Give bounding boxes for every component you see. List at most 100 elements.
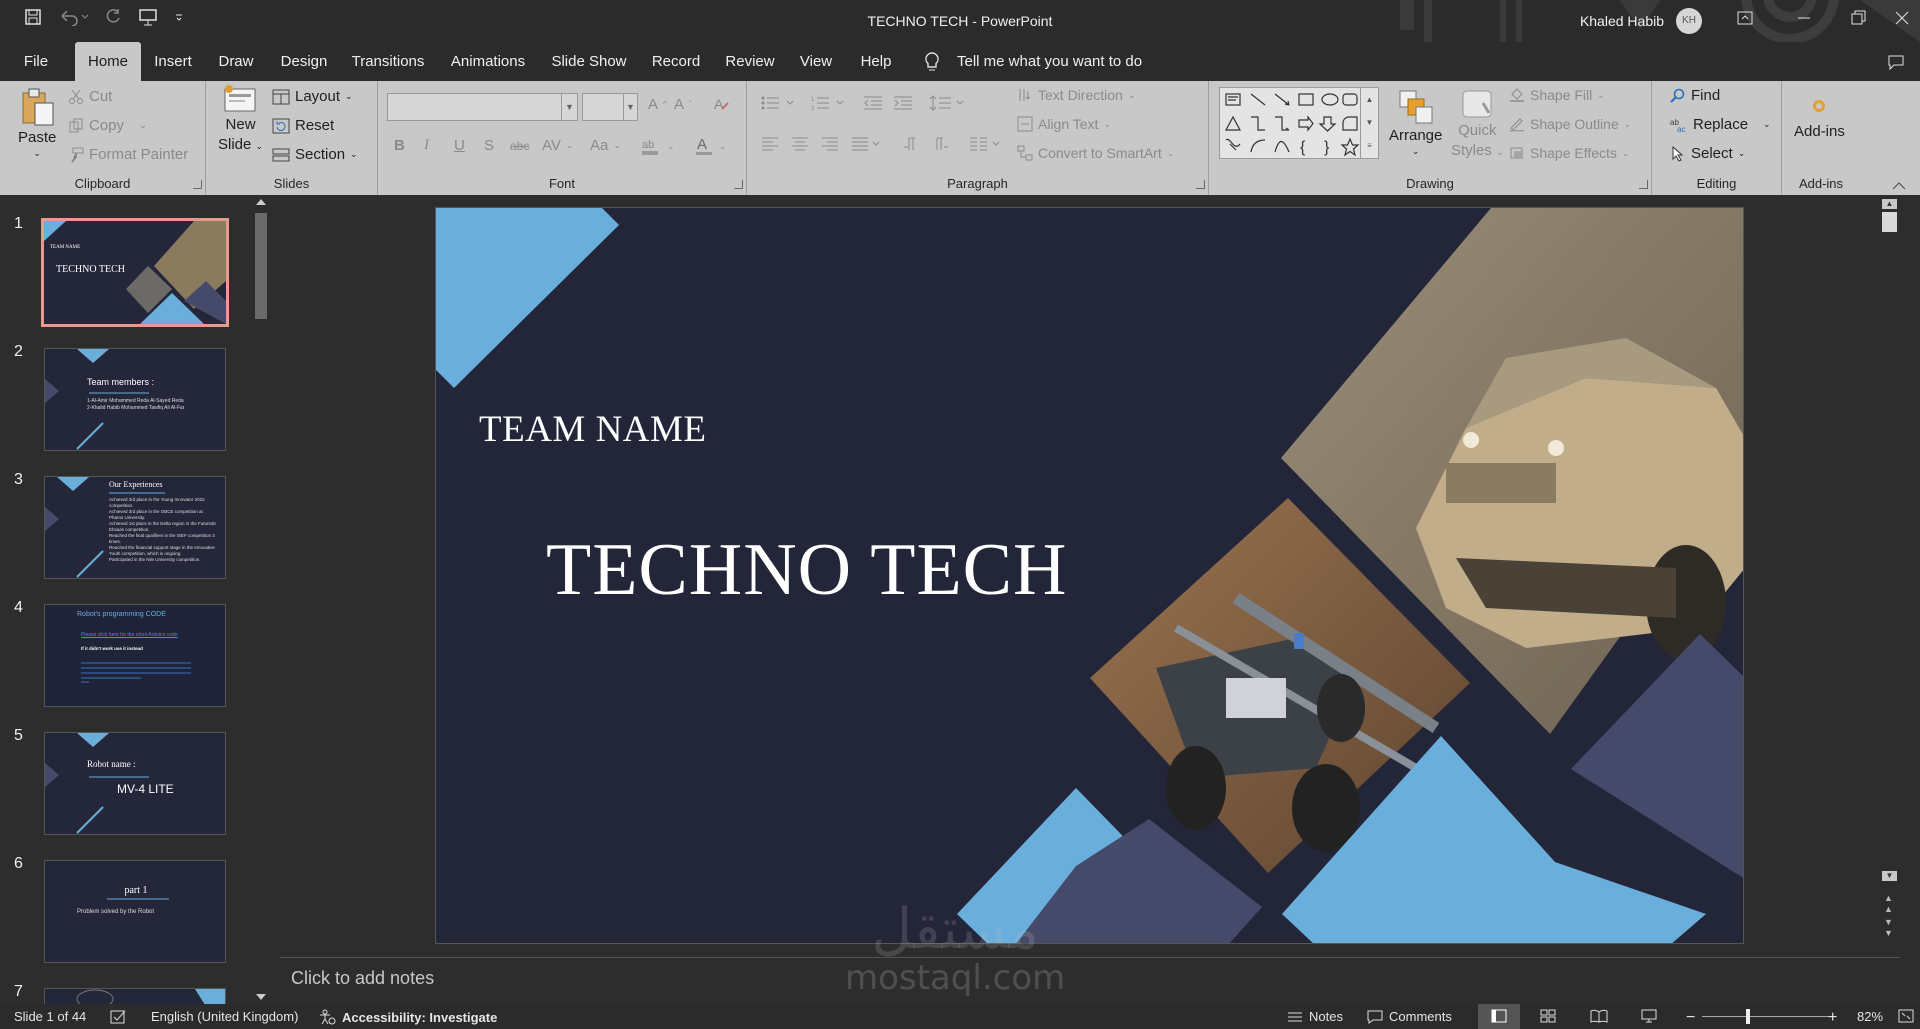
- tab-record[interactable]: Record: [646, 42, 706, 81]
- reset-button[interactable]: Reset: [272, 117, 334, 134]
- language-status[interactable]: English (United Kingdom): [151, 1009, 298, 1024]
- columns-icon[interactable]: [969, 137, 1003, 151]
- underline-icon[interactable]: U: [454, 137, 465, 154]
- text-shadow-icon[interactable]: S: [484, 137, 494, 154]
- bold-icon[interactable]: B: [394, 137, 405, 154]
- format-painter-button[interactable]: Format Painter: [68, 146, 188, 163]
- paragraph-launcher-icon[interactable]: [1196, 180, 1205, 189]
- align-right-icon[interactable]: [821, 137, 839, 151]
- tab-slide-show[interactable]: Slide Show: [548, 42, 630, 81]
- line-spacing-icon[interactable]: [929, 95, 965, 111]
- tab-file[interactable]: File: [14, 42, 58, 81]
- notes-pane[interactable]: Click to add notes: [280, 957, 1900, 1004]
- find-button[interactable]: Find: [1670, 87, 1720, 104]
- slide-thumbnail-1[interactable]: TEAM NAME TECHNO TECH: [41, 218, 229, 327]
- increase-indent-icon[interactable]: [893, 95, 913, 111]
- notes-placeholder[interactable]: Click to add notes: [291, 968, 434, 989]
- clear-formatting-icon[interactable]: A: [712, 95, 730, 113]
- accessibility-status[interactable]: Accessibility: Investigate: [318, 1009, 497, 1025]
- strikethrough-icon[interactable]: abc: [510, 139, 529, 153]
- add-ins-button[interactable]: Add-ins: [1794, 95, 1845, 140]
- minimize-icon[interactable]: [1794, 8, 1814, 28]
- shapes-gallery[interactable]: {} ▲ ▼ ≡: [1219, 87, 1379, 159]
- slide-scrollbar[interactable]: ▲ ▼ ▲ ▲ ▼ ▼: [1880, 195, 1900, 954]
- slide-canvas[interactable]: TEAM NAME TECHNO TECH: [435, 207, 1744, 944]
- ltr-icon[interactable]: [903, 137, 921, 151]
- slide-thumbnail-2[interactable]: Team members : 1-Al-Amir Mohammed Reda A…: [44, 348, 226, 451]
- spell-check-icon[interactable]: [110, 1009, 128, 1025]
- scroll-up-icon[interactable]: ▲: [1882, 199, 1897, 209]
- gallery-scroll-icon[interactable]: ▲ ▼ ≡: [1360, 88, 1378, 158]
- text-direction-button[interactable]: Text Direction ⌄: [1017, 87, 1135, 103]
- ribbon-display-options-icon[interactable]: [1735, 8, 1755, 28]
- fit-to-window-icon[interactable]: [1898, 1009, 1914, 1023]
- comments-toggle[interactable]: Comments: [1367, 1009, 1452, 1024]
- slide-thumbnail-6[interactable]: part 1 Problem solved by the Robot: [44, 860, 226, 963]
- layout-button[interactable]: Layout ⌄: [272, 88, 353, 105]
- slide-title[interactable]: TECHNO TECH: [546, 528, 1067, 613]
- italic-icon[interactable]: I: [424, 137, 429, 154]
- tab-review[interactable]: Review: [722, 42, 778, 81]
- drawing-launcher-icon[interactable]: [1639, 180, 1648, 189]
- align-center-icon[interactable]: [791, 137, 809, 151]
- character-spacing-icon[interactable]: AV ⌄: [542, 137, 573, 154]
- scroll-down-icon[interactable]: [256, 994, 266, 1000]
- slide-thumbnail-5[interactable]: Robot name : MV-4 LITE: [44, 732, 226, 835]
- increase-font-size-icon[interactable]: A ^: [648, 96, 667, 113]
- slide-counter[interactable]: Slide 1 of 44: [14, 1009, 86, 1024]
- quick-styles-button[interactable]: Quick Styles ⌄: [1451, 89, 1504, 162]
- zoom-out-icon[interactable]: −: [1686, 1009, 1695, 1027]
- notes-toggle[interactable]: Notes: [1287, 1009, 1343, 1024]
- slide-thumbnail-3[interactable]: Our Experiences Achieved 3rd place in th…: [44, 476, 226, 579]
- normal-view-button[interactable]: [1478, 1004, 1520, 1029]
- cut-button[interactable]: Cut: [68, 88, 112, 105]
- slideshow-icon[interactable]: [1640, 1009, 1658, 1023]
- clipboard-launcher-icon[interactable]: [193, 180, 202, 189]
- tab-animations[interactable]: Animations: [444, 42, 532, 81]
- arrange-button[interactable]: Arrange ⌄: [1389, 89, 1442, 157]
- thumbnail-scrollbar[interactable]: [251, 195, 271, 1004]
- zoom-slider[interactable]: [1702, 1016, 1832, 1017]
- decrease-indent-icon[interactable]: [863, 95, 883, 111]
- slide-thumbnail-7[interactable]: [44, 988, 226, 1004]
- tab-view[interactable]: View: [794, 42, 838, 81]
- font-name-combo[interactable]: ▼: [387, 93, 578, 121]
- zoom-slider-thumb[interactable]: [1746, 1009, 1750, 1024]
- zoom-in-icon[interactable]: +: [1828, 1009, 1837, 1027]
- replace-button[interactable]: ab ac Replace ⌄: [1670, 116, 1771, 133]
- align-text-button[interactable]: Align Text ⌄: [1017, 116, 1111, 132]
- copy-button[interactable]: Copy ⌄: [68, 117, 147, 134]
- slide-sorter-icon[interactable]: [1540, 1009, 1556, 1023]
- tab-transitions[interactable]: Transitions: [348, 42, 428, 81]
- collapse-ribbon-icon[interactable]: [1892, 181, 1906, 191]
- rtl-icon[interactable]: [931, 137, 949, 151]
- restore-icon[interactable]: [1848, 8, 1868, 28]
- section-button[interactable]: Section ⌄: [272, 146, 358, 163]
- close-icon[interactable]: [1892, 8, 1912, 28]
- bullets-icon[interactable]: [761, 95, 795, 111]
- team-name-subtitle[interactable]: TEAM NAME: [479, 408, 707, 451]
- justify-icon[interactable]: [851, 137, 881, 151]
- previous-slide-icon[interactable]: ▲ ▲: [1884, 893, 1893, 915]
- scroll-down-icon[interactable]: ▼: [1882, 871, 1897, 881]
- next-slide-icon[interactable]: ▼ ▼: [1884, 917, 1893, 939]
- comments-icon[interactable]: [1886, 52, 1906, 72]
- convert-smartart-button[interactable]: Convert to SmartArt ⌄: [1017, 145, 1174, 161]
- tab-design[interactable]: Design: [276, 42, 332, 81]
- tab-help[interactable]: Help: [854, 42, 898, 81]
- numbering-icon[interactable]: 12: [811, 95, 845, 111]
- shape-outline-button[interactable]: Shape Outline ⌄: [1509, 116, 1631, 132]
- slide-thumbnail-4[interactable]: Robot's programming CODE Please click he…: [44, 604, 226, 707]
- font-color-icon[interactable]: A ⌄: [694, 135, 727, 157]
- thumbnail-scroll-thumb[interactable]: [255, 213, 267, 319]
- tab-home[interactable]: Home: [75, 42, 141, 82]
- reading-view-icon[interactable]: [1590, 1009, 1608, 1023]
- avatar[interactable]: KH: [1676, 8, 1702, 34]
- select-button[interactable]: Select ⌄: [1670, 145, 1745, 162]
- tab-draw[interactable]: Draw: [212, 42, 260, 81]
- align-left-icon[interactable]: [761, 137, 779, 151]
- decrease-font-size-icon[interactable]: Aˇ: [674, 96, 692, 113]
- shape-fill-button[interactable]: Shape Fill ⌄: [1509, 87, 1605, 103]
- font-launcher-icon[interactable]: [734, 180, 743, 189]
- highlight-color-icon[interactable]: ab ⌄: [640, 135, 675, 157]
